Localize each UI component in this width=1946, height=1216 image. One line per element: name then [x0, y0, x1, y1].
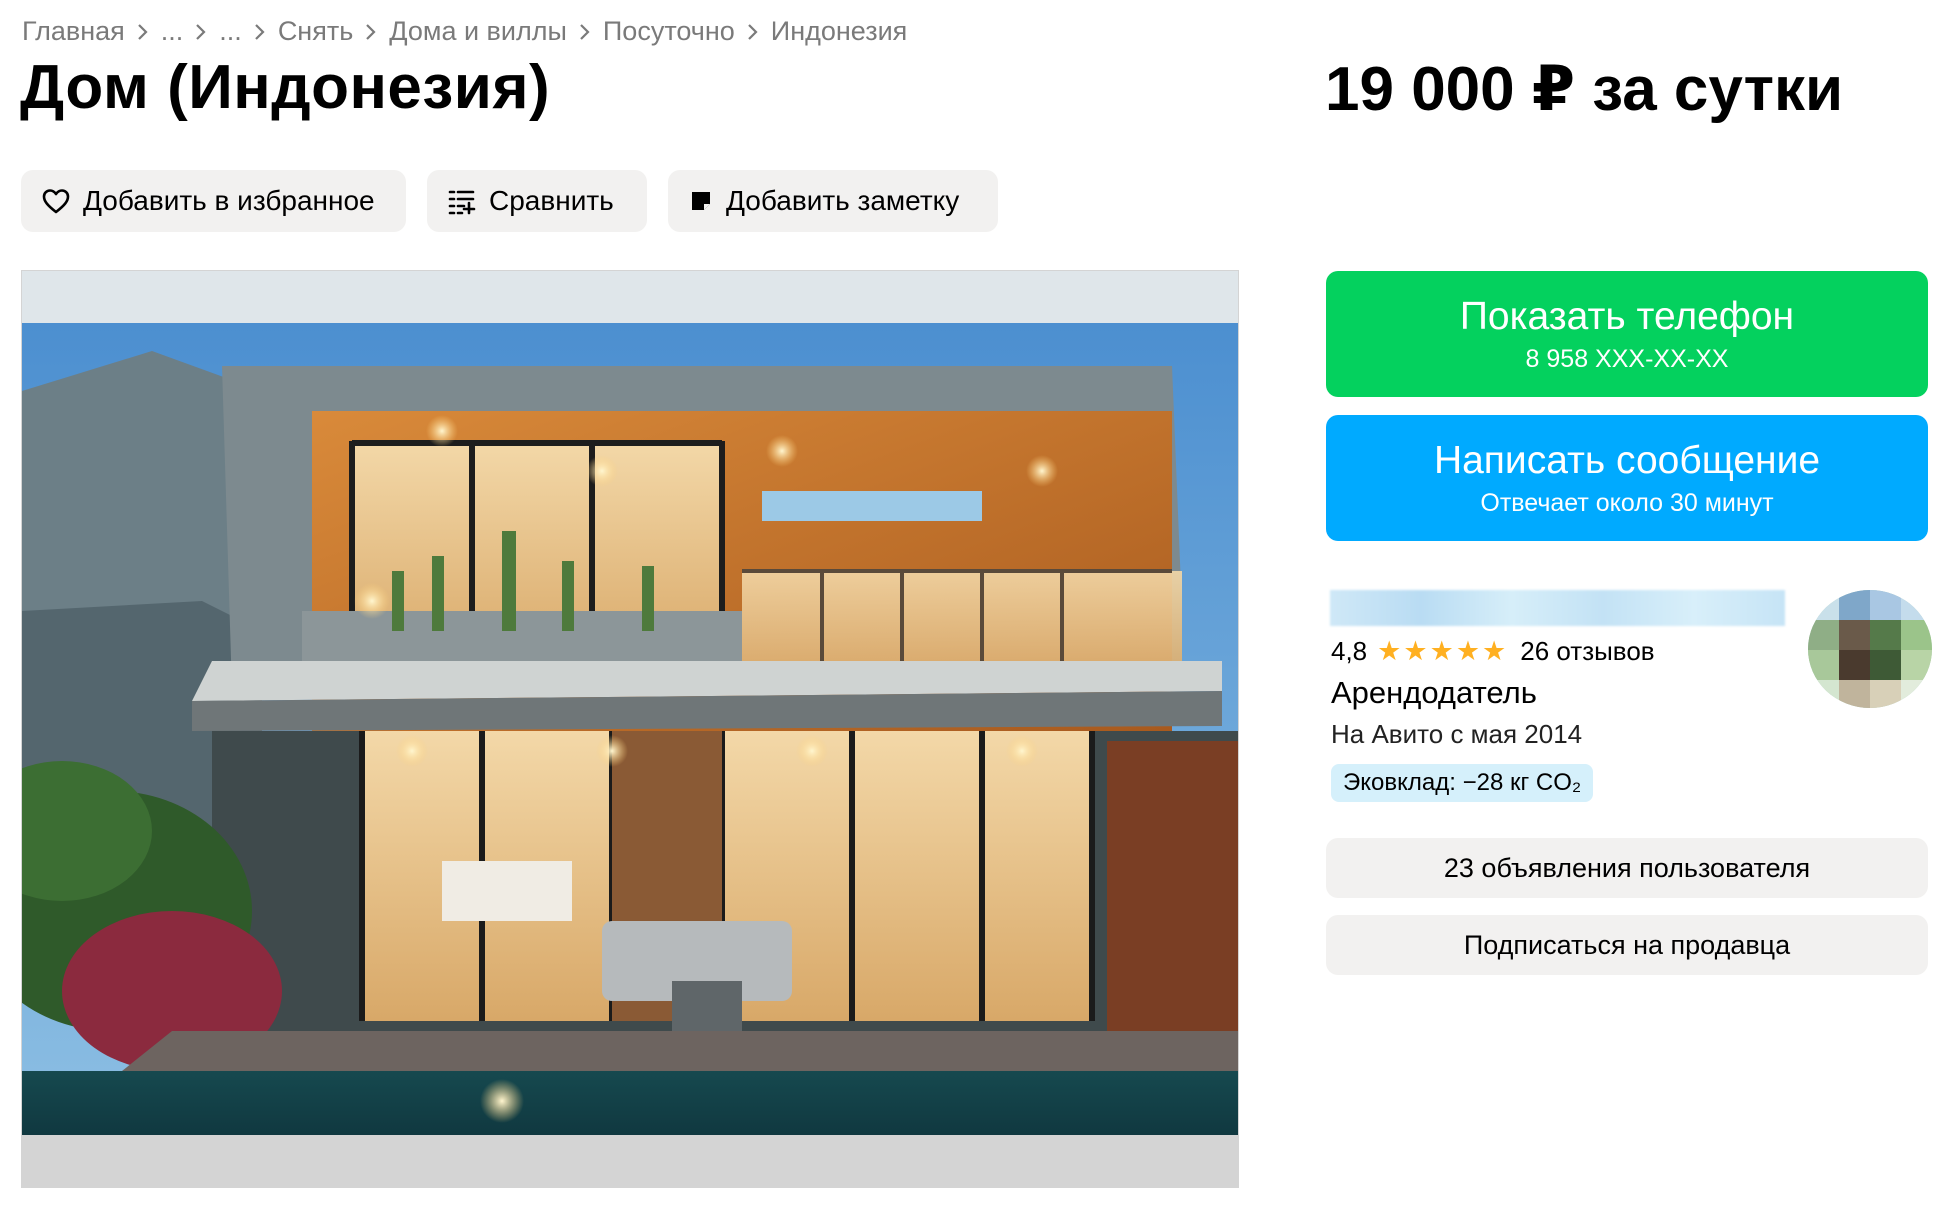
breadcrumb-ellipsis-1[interactable]: ...: [161, 16, 184, 47]
page-title: Дом (Индонезия): [20, 53, 551, 122]
chevron-right-icon: [183, 16, 219, 47]
seller-role: Арендодатель: [1331, 675, 1537, 710]
star-icon: ★: [1455, 636, 1481, 666]
chevron-right-icon: [353, 16, 389, 47]
rating-value: 4,8: [1331, 636, 1368, 666]
breadcrumb-daily[interactable]: Посуточно: [603, 16, 735, 47]
seller-since: На Авито с мая 2014: [1331, 719, 1583, 749]
star-icon: ★: [1403, 636, 1428, 666]
breadcrumb-houses[interactable]: Дома и виллы: [389, 16, 567, 47]
compare-button[interactable]: Сравнить: [427, 170, 647, 232]
star-icon: ★: [1377, 636, 1402, 666]
heart-icon: [41, 187, 71, 215]
add-note-button[interactable]: Добавить заметку: [668, 170, 998, 232]
listing-price: 19 000 ₽ за сутки: [1325, 55, 1844, 124]
eco-badge[interactable]: Эковклад: −28 кг CO₂: [1331, 764, 1594, 802]
listing-photo[interactable]: [21, 270, 1239, 1188]
add-to-favorites-button[interactable]: Добавить в избранное: [21, 170, 406, 232]
listing-page: Главная ... ... Снять Дома и виллы Посут…: [0, 0, 1946, 1216]
subscribe-seller-button[interactable]: Подписаться на продавца: [1326, 915, 1928, 975]
breadcrumb-home[interactable]: Главная: [22, 16, 125, 47]
star-icon: ★: [1429, 636, 1454, 666]
star-icon: ★: [1482, 636, 1507, 666]
chevron-right-icon: [735, 16, 771, 47]
breadcrumb-rent[interactable]: Снять: [278, 16, 353, 47]
phone-masked: 8 958 XXX-XX-XX: [1525, 344, 1729, 373]
house-photo-image: [22, 271, 1238, 1187]
user-listings-button[interactable]: 23 объявления пользователя: [1326, 838, 1928, 898]
show-phone-label: Показать телефон: [1459, 294, 1795, 338]
show-phone-button[interactable]: Показать телефон 8 958 XXX-XX-XX: [1326, 271, 1928, 397]
add-note-label: Добавить заметку: [726, 185, 960, 216]
response-time: Отвечает около 30 минут: [1480, 488, 1774, 517]
write-message-button[interactable]: Написать сообщение Отвечает около 30 мин…: [1326, 415, 1928, 541]
reviews-link[interactable]: 26 отзывов: [1520, 636, 1654, 667]
rating-stars: ★ ★ ★ ★ ★: [1377, 638, 1506, 665]
write-message-label: Написать сообщение: [1433, 438, 1821, 482]
add-to-favorites-label: Добавить в избранное: [83, 185, 375, 216]
chevron-right-icon: [125, 16, 161, 47]
chevron-right-icon: [567, 16, 603, 47]
action-bar: Добавить в избранное Сравнить Добавить з…: [21, 170, 998, 232]
chevron-right-icon: [242, 16, 278, 47]
breadcrumb-ellipsis-2[interactable]: ...: [219, 16, 242, 47]
seller-rating: 4,8 ★ ★ ★ ★ ★ 26 отзывов: [1331, 636, 1655, 667]
note-icon: [688, 188, 714, 214]
seller-name-blurred[interactable]: [1330, 590, 1785, 626]
compare-label: Сравнить: [489, 185, 614, 216]
compare-icon: [447, 187, 477, 215]
avatar[interactable]: [1808, 590, 1932, 708]
breadcrumb: Главная ... ... Снять Дома и виллы Посут…: [22, 12, 907, 50]
breadcrumb-indonesia[interactable]: Индонезия: [771, 16, 908, 47]
